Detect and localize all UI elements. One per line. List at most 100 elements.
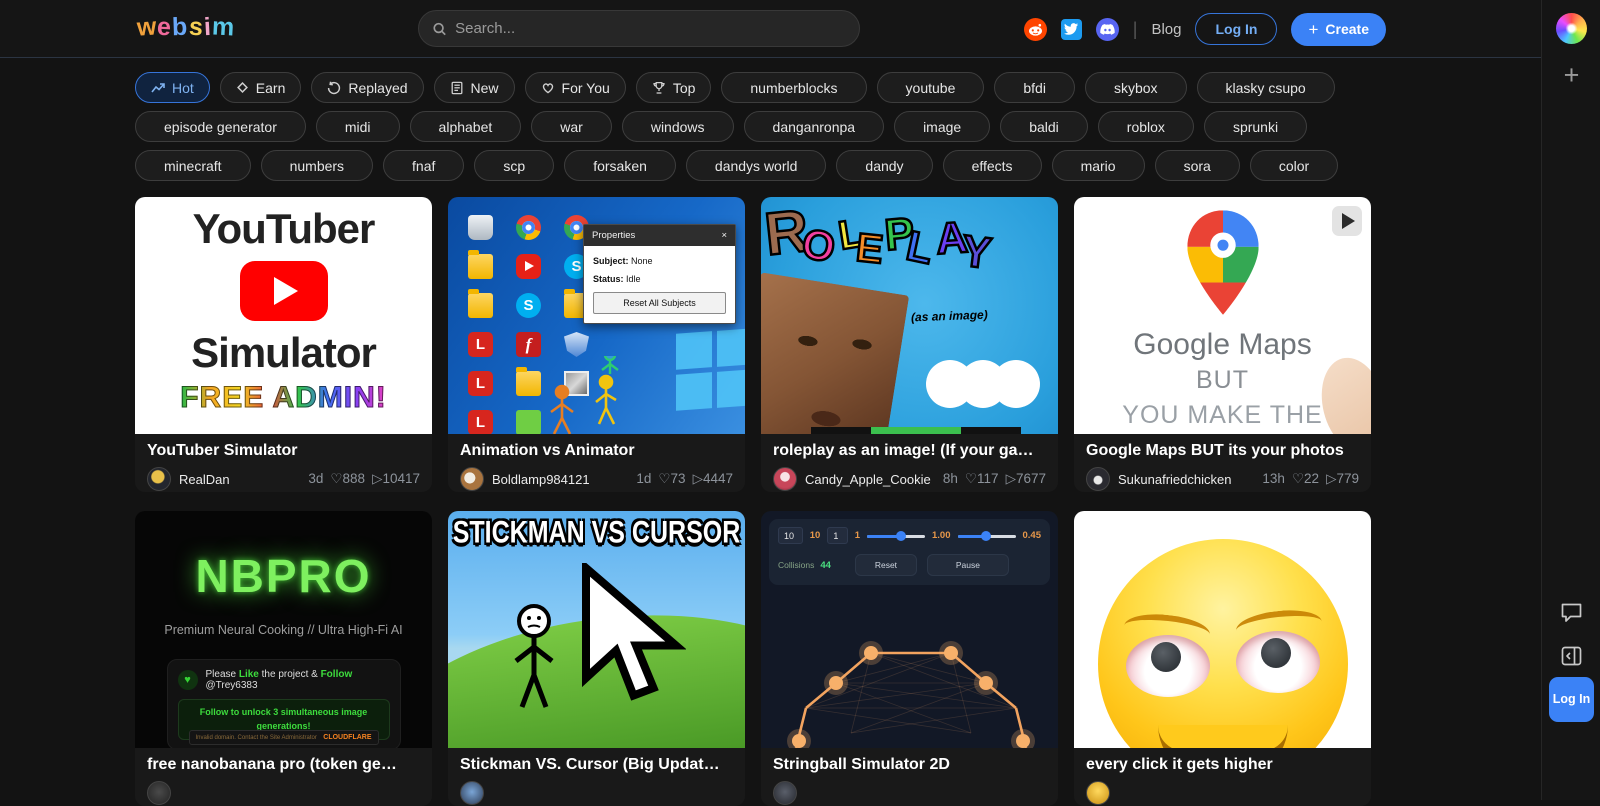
pause-button[interactable]: Pause	[926, 554, 1009, 576]
project-card-animation-vs-animator[interactable]: Properties × Subject: None Status: Idle …	[448, 197, 745, 492]
discord-icon[interactable]	[1095, 17, 1119, 41]
number-input[interactable]: 1	[827, 527, 848, 544]
card-title: Animation vs Animator	[460, 442, 635, 459]
avatar[interactable]	[147, 467, 171, 491]
thumb-text: (as an image)	[910, 307, 988, 325]
diamond-icon	[236, 82, 248, 93]
avatar[interactable]	[1086, 467, 1110, 491]
card-meta: Boldlamp984121 1d ♡73 ▷4447	[448, 462, 745, 492]
tag-windows[interactable]: windows	[621, 111, 734, 142]
replay-icon	[328, 81, 341, 94]
thumbnail	[1074, 511, 1371, 748]
filter-for-you[interactable]: For You	[524, 72, 626, 103]
tag-sora[interactable]: sora	[1154, 150, 1240, 181]
tag-dandy[interactable]: dandy	[836, 150, 933, 181]
roleplay-lettering: ROLEPLAY	[761, 197, 993, 280]
search-bar[interactable]	[418, 10, 860, 47]
thumbnail: NBPRO Premium Neural Cooking // Ultra Hi…	[135, 511, 432, 748]
avatar[interactable]	[1086, 781, 1110, 805]
thought-bubbles	[926, 360, 1040, 408]
avatar[interactable]	[773, 781, 797, 805]
like-icon: ♡	[330, 471, 343, 486]
project-card-stringball-simulator[interactable]: 10 10 1 1 1.00 0.45 Collisions 44 Reset …	[761, 511, 1058, 806]
tag-bfdi[interactable]: bfdi	[994, 72, 1075, 103]
avatar[interactable]	[773, 467, 797, 491]
tag-youtube[interactable]: youtube	[876, 72, 985, 103]
close-icon[interactable]: ×	[721, 230, 727, 241]
card-stats: 8h ♡117 ▷7677	[942, 471, 1046, 486]
right-rail: + Log In	[1541, 0, 1600, 800]
slider[interactable]	[957, 530, 1016, 541]
tag-dandys-world[interactable]: dandys world	[685, 150, 827, 181]
author-name[interactable]: Sukunafriedchicken	[1118, 472, 1254, 487]
add-icon[interactable]: +	[1542, 62, 1600, 89]
tag-mario[interactable]: mario	[1051, 150, 1145, 181]
filter-earn[interactable]: Earn	[219, 72, 302, 103]
rainbow-logo-icon[interactable]	[1556, 13, 1587, 44]
tag-scp[interactable]: scp	[474, 150, 555, 181]
tag-sprunki[interactable]: sprunki	[1203, 111, 1308, 142]
reset-button[interactable]: Reset	[854, 554, 917, 576]
tag-danganronpa[interactable]: danganronpa	[743, 111, 885, 142]
reddit-icon[interactable]	[1023, 17, 1047, 41]
emoji-mouth	[1158, 725, 1288, 748]
tag-baldi[interactable]: baldi	[1000, 111, 1088, 142]
project-card-youtuber-simulator[interactable]: YouTuber Simulator FREE ADMIN! YouTuber …	[135, 197, 432, 492]
tag-klasky-csupo[interactable]: klasky csupo	[1196, 72, 1335, 103]
tag-skybox[interactable]: skybox	[1084, 72, 1187, 103]
tag-numberblocks[interactable]: numberblocks	[721, 72, 867, 103]
author-name[interactable]: Boldlamp984121	[492, 472, 628, 487]
folder-icon	[468, 250, 493, 279]
collapse-panel-icon[interactable]	[1559, 644, 1584, 668]
emoji-face	[1098, 539, 1348, 748]
project-grid: YouTuber Simulator FREE ADMIN! YouTuber …	[135, 197, 1372, 806]
thumb-text: Google Maps	[1133, 328, 1312, 361]
author-name[interactable]: RealDan	[179, 472, 300, 487]
chat-icon[interactable]	[1559, 600, 1584, 624]
create-button[interactable]: + Create	[1291, 12, 1386, 46]
thumb-decor	[871, 427, 961, 434]
tag-alphabet[interactable]: alphabet	[409, 111, 522, 142]
websim-logo[interactable]: websim	[136, 12, 235, 42]
number-input[interactable]: 10	[778, 527, 803, 544]
twitter-icon[interactable]	[1060, 18, 1082, 40]
project-card-google-maps-but[interactable]: Google Maps BUT YOU MAKE THE Google Maps…	[1074, 197, 1371, 492]
shield-icon	[564, 332, 589, 357]
play-overlay-button[interactable]	[1332, 206, 1362, 236]
filter-top[interactable]: Top	[635, 72, 712, 103]
blog-link[interactable]: Blog	[1151, 21, 1181, 38]
tag-numbers[interactable]: numbers	[260, 150, 374, 181]
avatar[interactable]	[460, 467, 484, 491]
filter-new[interactable]: New	[433, 72, 515, 103]
tag-fnaf[interactable]: fnaf	[383, 150, 465, 181]
play-count-icon: ▷	[1326, 471, 1337, 486]
slider[interactable]	[867, 530, 925, 541]
avatar[interactable]	[460, 781, 484, 805]
filter-replayed[interactable]: Replayed	[311, 72, 424, 103]
tag-color[interactable]: color	[1249, 150, 1339, 181]
tag-roblox[interactable]: roblox	[1097, 111, 1194, 142]
window-title: Properties	[592, 230, 636, 241]
filter-row-3: minecraft numbers fnaf scp forsaken dand…	[135, 150, 1339, 181]
search-input[interactable]	[455, 20, 846, 37]
rail-login-button[interactable]: Log In	[1549, 677, 1594, 722]
tag-effects[interactable]: effects	[942, 150, 1042, 181]
trending-up-icon	[151, 83, 165, 93]
card-meta	[1074, 776, 1371, 806]
tag-image[interactable]: image	[894, 111, 991, 142]
login-button[interactable]: Log In	[1195, 13, 1278, 45]
project-card-roleplay-as-an-image[interactable]: ROLEPLAY (as an image) roleplay as an im…	[761, 197, 1058, 492]
filter-hot[interactable]: Hot	[135, 72, 210, 103]
tag-midi[interactable]: midi	[315, 111, 400, 142]
folder-icon	[516, 367, 541, 396]
project-card-free-nanobanana-pro[interactable]: NBPRO Premium Neural Cooking // Ultra Hi…	[135, 511, 432, 806]
project-card-stickman-vs-cursor[interactable]: STICKMAN VS CURSOR Stickman VS. Cursor (…	[448, 511, 745, 806]
avatar[interactable]	[147, 781, 171, 805]
tag-war[interactable]: war	[531, 111, 612, 142]
tag-forsaken[interactable]: forsaken	[564, 150, 676, 181]
author-name[interactable]: Candy_Apple_Cookie	[805, 472, 935, 487]
tag-episode-generator[interactable]: episode generator	[135, 111, 306, 142]
reset-all-subjects-button[interactable]: Reset All Subjects	[593, 292, 726, 314]
tag-minecraft[interactable]: minecraft	[135, 150, 251, 181]
project-card-every-click[interactable]: every click it gets higher	[1074, 511, 1371, 806]
